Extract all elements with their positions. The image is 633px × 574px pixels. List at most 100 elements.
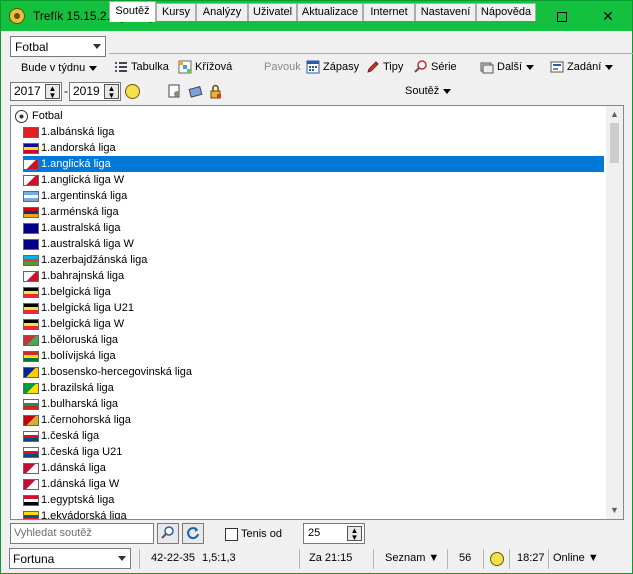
tab-analyzy[interactable]: Analýzy: [196, 3, 248, 21]
tab-uzivatel[interactable]: Uživatel: [248, 3, 297, 21]
list-item[interactable]: 1.albánská liga: [23, 124, 604, 140]
period-dropdown-button[interactable]: Bude v týdnu: [10, 59, 106, 79]
list-item[interactable]: 1.australská liga: [23, 220, 604, 236]
status-score: 1,5:1,3: [202, 552, 236, 564]
tab-internet[interactable]: Internet: [363, 3, 415, 21]
search-button[interactable]: [157, 523, 179, 544]
flag-icon: [23, 142, 39, 154]
year-to-spinner[interactable]: 2019 ▲ ▼: [69, 82, 121, 101]
serie-button[interactable]: Série: [414, 58, 457, 78]
list-item-label: 1.běloruská liga: [41, 334, 119, 346]
list-item-label: 1.azerbajdžánská liga: [41, 254, 148, 266]
document-gear-icon[interactable]: [167, 84, 182, 99]
list-item[interactable]: 1.egyptská liga: [23, 492, 604, 508]
list-item-label: 1.australská liga: [41, 222, 121, 234]
scroll-thumb[interactable]: [610, 123, 619, 163]
folders-icon: [480, 62, 494, 74]
flag-icon: [23, 350, 39, 362]
list-item[interactable]: 1.bosensko-hercegovinská liga: [23, 364, 604, 380]
vertical-scrollbar[interactable]: ▲ ▼: [606, 106, 623, 519]
tabulka-button[interactable]: Tabulka: [114, 58, 169, 78]
count-spin-icon[interactable]: ▲ ▼: [347, 526, 362, 542]
list-item[interactable]: 1.azerbajdžánská liga: [23, 252, 604, 268]
bookmaker-value: Fortuna: [13, 552, 55, 566]
list-item[interactable]: 1.česká liga: [23, 428, 604, 444]
list-item-label: 1.česká liga: [41, 430, 100, 442]
pavouk-button[interactable]: Pavouk: [264, 58, 301, 78]
list-item[interactable]: 1.bulharská liga: [23, 396, 604, 412]
sport-select-value: Fotbal: [15, 40, 49, 54]
tree-root[interactable]: Fotbal: [15, 108, 63, 124]
krizova-button[interactable]: Křížová: [178, 58, 232, 78]
zadani-dropdown-icon: [605, 64, 614, 70]
zadani-button[interactable]: Zadání: [550, 58, 614, 78]
refresh-button[interactable]: [182, 523, 204, 544]
list-item[interactable]: 1.dánská liga W: [23, 476, 604, 492]
pavouk-label: Pavouk: [264, 61, 301, 73]
flag-icon: [23, 158, 39, 170]
status-count: 56: [459, 552, 472, 564]
list-item[interactable]: 1.australská liga W: [23, 236, 604, 252]
list-item[interactable]: 1.argentinská liga: [23, 188, 604, 204]
list-item[interactable]: 1.arménská liga: [23, 204, 604, 220]
search-competition-input[interactable]: Vyhledat soutěž: [10, 523, 154, 544]
bookmaker-select[interactable]: Fortuna: [9, 548, 131, 569]
list-item-label: 1.bahrajnská liga: [41, 270, 125, 282]
krizova-label: Křížová: [195, 61, 233, 73]
maximize-icon: [557, 12, 567, 23]
list-item[interactable]: 1.dánská liga: [23, 460, 604, 476]
list-item[interactable]: 1.anglická liga: [23, 156, 604, 172]
list-item[interactable]: 1.brazilská liga: [23, 380, 604, 396]
tab-kursy[interactable]: Kursy: [156, 3, 196, 21]
tipy-button[interactable]: Tipy: [366, 58, 403, 78]
count-spinner[interactable]: 25 ▲ ▼: [303, 523, 365, 544]
list-item[interactable]: 1.černohorská liga: [23, 412, 604, 428]
tennis-checkbox[interactable]: [225, 528, 238, 541]
flag-icon: [23, 318, 39, 330]
scroll-down-icon[interactable]: ▼: [606, 502, 623, 519]
dalsi-label: Další: [497, 61, 523, 73]
list-item-label: 1.bulharská liga: [41, 398, 119, 410]
status-separator: [299, 549, 300, 569]
competition-filter-dropdown[interactable]: Soutěž: [405, 85, 452, 97]
competition-tree[interactable]: Fotbal ▲ ▼ 1.albánská liga 1.andorská lig…: [10, 105, 624, 520]
list-item[interactable]: 1.česká liga U21: [23, 444, 604, 460]
app-window: Trefík 15.15.2.2 [64bit] ✕ Fotbal Bude v…: [0, 0, 633, 574]
list-item[interactable]: 1.běloruská liga: [23, 332, 604, 348]
maximize-button[interactable]: [539, 1, 585, 31]
tab-soutez[interactable]: Soutěž: [109, 1, 156, 22]
flag-icon: [23, 494, 39, 506]
lock-icon[interactable]: [208, 84, 223, 99]
zapasy-button[interactable]: Zápasy: [306, 58, 359, 78]
list-item[interactable]: 1.belgická liga U21: [23, 300, 604, 316]
sport-select[interactable]: Fotbal: [10, 36, 106, 57]
period-label: Bude v týdnu: [21, 62, 86, 74]
tree-root-label: Fotbal: [32, 110, 63, 122]
list-item[interactable]: 1.andorská liga: [23, 140, 604, 156]
tab-aktualizace[interactable]: Aktualizace: [297, 3, 363, 21]
status-bar: Fortuna 42-22-35 1,5:1,3 Za 21:15 Seznam…: [1, 547, 632, 573]
tab-nastaveni[interactable]: Nastavení: [415, 3, 476, 21]
list-item[interactable]: 1.belgická liga W: [23, 316, 604, 332]
list-item[interactable]: 1.bahrajnská liga: [23, 268, 604, 284]
ball-icon[interactable]: [125, 84, 140, 99]
scroll-up-icon[interactable]: ▲: [606, 106, 623, 123]
list-item-label: 1.argentinská liga: [41, 190, 128, 202]
flag-icon: [23, 286, 39, 298]
list-item-label: 1.belgická liga: [41, 286, 111, 298]
list-item-label: 1.belgická liga W: [41, 318, 125, 330]
serie-label: Série: [431, 61, 457, 73]
year-to-spin-icon[interactable]: ▲ ▼: [104, 84, 119, 100]
list-item[interactable]: 1.bolívijská liga: [23, 348, 604, 364]
online-dropdown[interactable]: Online ▼: [553, 552, 599, 564]
view-dropdown[interactable]: Seznam ▼: [385, 552, 439, 564]
close-button[interactable]: ✕: [585, 1, 631, 31]
year-from-spin-icon[interactable]: ▲ ▼: [45, 84, 60, 100]
year-from-spinner[interactable]: 2017 ▲ ▼: [10, 82, 62, 101]
tab-napoveda[interactable]: Nápověda: [476, 3, 536, 21]
list-item[interactable]: 1.ekvádorská liga: [23, 508, 604, 519]
books-icon[interactable]: [188, 84, 203, 99]
list-item[interactable]: 1.anglická liga W: [23, 172, 604, 188]
list-item[interactable]: 1.belgická liga: [23, 284, 604, 300]
dalsi-button[interactable]: Další: [480, 58, 535, 78]
